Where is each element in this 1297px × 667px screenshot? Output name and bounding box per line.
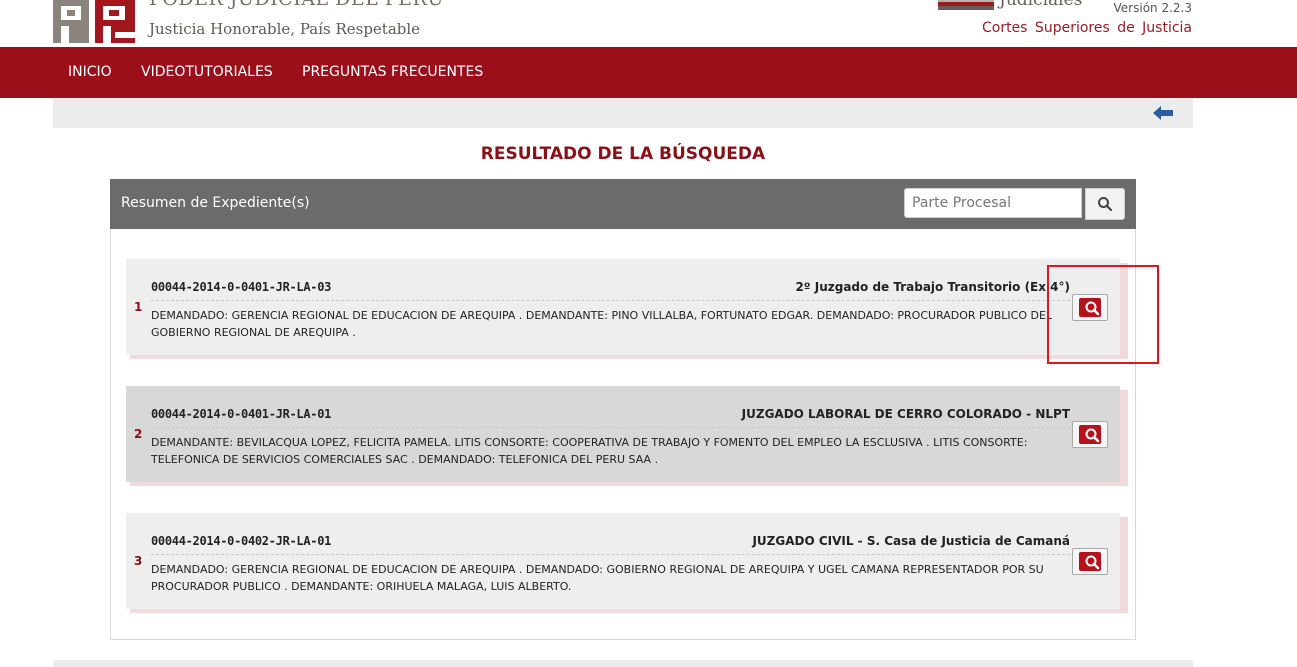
result-number: 3 (134, 554, 143, 568)
panel-header: Resumen de Expediente(s) (110, 179, 1136, 229)
partes-procesales: DEMANDADO: GERENCIA REGIONAL DE EDUCACIO… (151, 563, 1044, 593)
divider (151, 300, 1070, 301)
partes-procesales: DEMANDADO: GERENCIA REGIONAL DE EDUCACIO… (151, 309, 1053, 339)
nav-item-videotutoriales[interactable]: VIDEOTUTORIALES (141, 64, 273, 80)
document-search-icon (1079, 552, 1101, 571)
nav-item-preguntas-frecuentes[interactable]: PREGUNTAS FRECUENTES (302, 64, 483, 80)
result-card-3: 3 00044-2014-0-0402-JR-LA-01 JUZGADO CIV… (126, 513, 1120, 609)
search-button[interactable] (1085, 188, 1125, 220)
expediente-number[interactable]: 00044-2014-0-0401-JR-LA-01 (151, 407, 331, 421)
system-title: Judiciales (999, 0, 1083, 10)
view-detail-button[interactable] (1072, 548, 1108, 575)
divider (151, 427, 1070, 428)
juzgado-name: 2º Juzgado de Trabajo Transitorio (Ex 4°… (795, 280, 1070, 294)
version-label: Versión 2.2.3 (1113, 1, 1192, 15)
juzgado-name: JUZGADO CIVIL - S. Casa de Justicia de C… (752, 534, 1070, 548)
page-title: RESULTADO DE LA BÚSQUEDA (480, 144, 766, 164)
view-detail-button[interactable] (1072, 421, 1108, 448)
expediente-number[interactable]: 00044-2014-0-0401-JR-LA-03 (151, 280, 331, 294)
footer-strip (53, 660, 1193, 667)
result-number: 1 (134, 300, 143, 314)
cortes-label: Cortes Superiores de Justicia (981, 20, 1192, 36)
toolbar-strip (53, 98, 1193, 128)
result-card-2: 2 00044-2014-0-0401-JR-LA-01 JUZGADO LAB… (126, 386, 1120, 482)
search-icon (1098, 197, 1113, 212)
document-search-icon (1079, 425, 1101, 444)
org-name: PODER JUDICIAL DEL PERÚ (149, 0, 444, 10)
highlight-box (1047, 265, 1159, 364)
books-icon (938, 0, 994, 10)
expediente-number[interactable]: 00044-2014-0-0402-JR-LA-01 (151, 534, 331, 548)
poder-judicial-logo (53, 0, 135, 43)
panel-title: Resumen de Expediente(s) (121, 195, 310, 211)
nav-item-inicio[interactable]: INICIO (68, 64, 112, 80)
result-card-1: 1 00044-2014-0-0401-JR-LA-03 2º Juzgado … (126, 259, 1120, 355)
site-header: PODER JUDICIAL DEL PERÚ Justicia Honorab… (0, 0, 1297, 47)
main-nav: INICIO VIDEOTUTORIALES PREGUNTAS FRECUEN… (0, 47, 1297, 98)
result-number: 2 (134, 427, 143, 441)
arrow-left-icon[interactable] (1153, 106, 1173, 120)
partes-procesales: DEMANDANTE: BEVILACQUA LOPEZ, FELICITA P… (151, 436, 1028, 466)
org-motto: Justicia Honorable, País Respetable (149, 20, 421, 38)
parte-procesal-input[interactable] (904, 188, 1082, 218)
juzgado-name: JUZGADO LABORAL DE CERRO COLORADO - NLPT (741, 407, 1070, 421)
divider (151, 554, 1070, 555)
